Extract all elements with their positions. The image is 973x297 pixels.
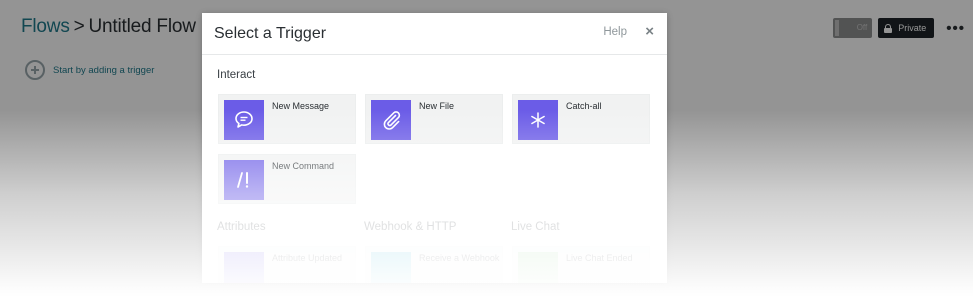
modal-title: Select a Trigger [214, 25, 327, 42]
paperclip-icon [371, 100, 411, 140]
trigger-label: New Message [272, 101, 330, 111]
attribute-icon [224, 252, 264, 283]
section-title-webhook: Webhook & HTTP [364, 221, 457, 233]
section-title-attributes: Attributes [217, 221, 266, 233]
trigger-label: Catch-all [566, 101, 602, 111]
trigger-label: New Command [272, 161, 335, 171]
chat-bubble-icon [224, 100, 264, 140]
trigger-card-receive-webhook[interactable]: Receive a Webhook [365, 246, 503, 283]
live-chat-icon [518, 252, 558, 283]
trigger-label: New File [419, 101, 455, 111]
trigger-card-catch-all[interactable]: Catch-all [512, 94, 650, 144]
trigger-label: Receive a Webhook [419, 253, 500, 263]
trigger-card-live-chat-ended[interactable]: Live Chat Ended [512, 246, 650, 283]
trigger-label: Attribute Updated [272, 253, 343, 263]
trigger-card-new-file[interactable]: New File [365, 94, 503, 144]
close-icon[interactable]: × [645, 23, 654, 40]
trigger-label: Live Chat Ended [566, 253, 633, 263]
trigger-card-new-message[interactable]: New Message [218, 94, 356, 144]
modal-header: Select a Trigger Help × [202, 13, 667, 55]
trigger-card-new-command[interactable]: New Command [218, 154, 356, 204]
section-title-live-chat: Live Chat [511, 221, 560, 233]
slash-command-icon [224, 160, 264, 200]
section-title-interact: Interact [217, 69, 256, 81]
trigger-card-attribute-updated[interactable]: Attribute Updated [218, 246, 356, 283]
asterisk-icon [518, 100, 558, 140]
help-link[interactable]: Help [603, 26, 627, 38]
webhook-icon [371, 252, 411, 283]
select-trigger-modal: Select a Trigger Help × Interact New Mes… [202, 13, 667, 283]
